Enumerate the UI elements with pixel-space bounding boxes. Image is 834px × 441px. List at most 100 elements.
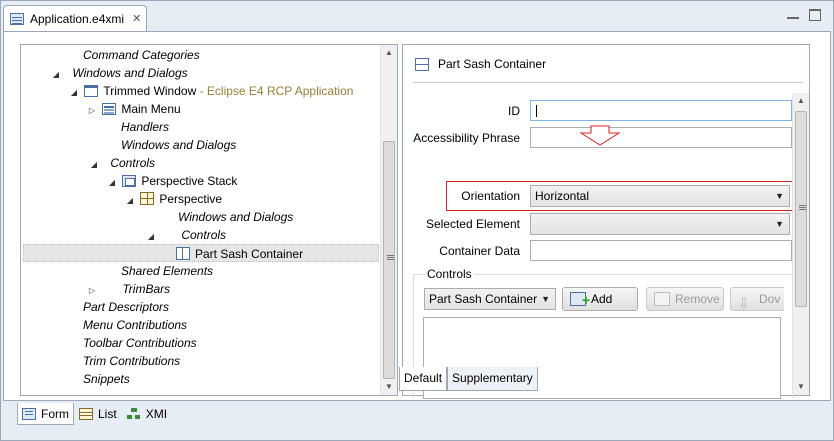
tab-form[interactable]: Form [17,403,74,425]
id-field[interactable] [530,100,792,121]
header-divider [413,82,803,83]
tree-item-main-menu[interactable]: ▷ Main Menu [85,100,181,118]
scroll-up-icon[interactable]: ▲ [381,45,397,61]
tree-item-label: Command Categories [83,48,200,62]
container-data-field[interactable] [530,240,792,261]
minimize-icon[interactable] [787,11,799,19]
tree-item-snippets[interactable]: Snippets [83,370,130,388]
tree-item-label: Toolbar Contributions [83,336,197,350]
tab-list[interactable]: List [74,403,122,425]
tree-item-trimbars[interactable]: ▷ TrimBars [85,280,170,298]
selected-element-combo[interactable]: ▼ [530,213,790,235]
tree-item-label: Controls [110,156,156,170]
accessibility-phrase-label: Accessibility Phrase [413,131,520,145]
arrow-down-icon: ⇩ [738,295,750,311]
tree-item-command-categories[interactable]: Command Categories [83,46,200,64]
scroll-down-icon[interactable]: ▼ [381,379,397,395]
selected-element-label: Selected Element [425,217,520,231]
expanded-twisty-icon[interactable]: ◢ [49,66,63,84]
add-button[interactable]: Add [562,287,638,311]
view-tabs: Form List XMI [17,403,172,425]
scroll-up-icon[interactable]: ▲ [793,93,809,109]
tree-item-handlers[interactable]: Handlers [121,118,169,136]
tree-item-label: Snippets [83,372,130,386]
grip-icon [387,255,394,256]
orientation-combo[interactable]: Horizontal ▼ [530,185,790,207]
tree-item-label: Part Descriptors [83,300,170,314]
tree-item-label: Windows and Dialogs [121,138,237,152]
editor-tab-title: Application.e4xmi [30,11,125,26]
form-scroll-thumb[interactable] [795,111,807,307]
expanded-twisty-icon[interactable]: ◢ [87,156,101,174]
scroll-down-icon[interactable]: ▼ [793,379,809,395]
chevron-down-icon: ▼ [775,219,784,229]
tree-item-suffix: - Eclipse E4 RCP Application [196,84,354,98]
tree-item-windows-and-dialogs-3[interactable]: Windows and Dialogs [178,208,293,226]
tab-xmi[interactable]: XMI [122,403,172,425]
expanded-twisty-icon[interactable]: ◢ [105,174,119,192]
chevron-down-icon: ▼ [541,294,550,304]
tree-item-toolbar-contributions[interactable]: Toolbar Contributions [83,334,197,352]
expanded-twisty-icon[interactable]: ◢ [123,192,137,210]
maximize-icon[interactable] [809,9,821,21]
remove-button[interactable]: Remove [646,287,724,311]
form-tabs: Default Supplementary [399,367,538,391]
tree-item-controls[interactable]: ◢ Controls [87,154,155,172]
remove-icon [654,292,670,306]
detail-form: Part Sash Container ID Accessibility Phr… [402,44,810,399]
container-data-label: Container Data [439,244,520,258]
perspective-icon [140,192,155,205]
window-buttons [787,9,821,21]
down-arrow-annotation-icon [579,125,621,146]
tree-item-shared-elements[interactable]: Shared Elements [121,262,213,280]
tree-item-part-sash-container[interactable]: Part Sash Container [23,244,379,262]
tree-item-controls-2[interactable]: ◢ Controls [144,226,226,244]
orientation-value: Horizontal [535,189,590,203]
tree-scrollbar[interactable]: ▲ ▼ [380,45,397,395]
orientation-label: Orientation [461,189,520,203]
tree-item-windows-and-dialogs[interactable]: ◢ Windows and Dialogs [49,64,188,82]
tree-item-label: Controls [181,228,227,242]
down-button[interactable]: ⇩ Dov [730,287,784,311]
menu-icon [102,103,117,115]
part-sash-container-icon [176,247,190,260]
tree-item-trimmed-window[interactable]: ◢ Trimmed Window - Eclipse E4 RCP Applic… [67,82,354,102]
close-icon[interactable]: ✕ [132,12,141,25]
e4xmi-file-icon [10,12,24,25]
tree-item-label: Windows and Dialogs [72,66,188,80]
model-tree[interactable]: Command Categories ◢ Windows and Dialogs… [20,44,398,396]
tree-item-label: Shared Elements [121,264,214,278]
accessibility-phrase-field[interactable] [530,127,792,148]
controls-group-label: Controls [425,267,474,281]
tree-item-label: Perspective Stack [141,174,238,188]
grip-icon [799,205,806,206]
form-scrollbar[interactable]: ▲ ▼ [792,93,809,395]
tree-item-part-descriptors[interactable]: Part Descriptors [83,298,169,316]
tree-item-label: Main Menu [121,102,181,116]
form-icon [22,407,36,420]
hierarchy-icon [126,408,141,420]
window-icon [84,85,99,97]
part-sash-container-icon [415,57,429,71]
editor-area: Command Categories ◢ Windows and Dialogs… [3,31,831,401]
tree-item-windows-and-dialogs-2[interactable]: Windows and Dialogs [121,136,236,154]
tree-scroll-thumb[interactable] [383,141,395,379]
expanded-twisty-icon[interactable]: ◢ [67,84,81,102]
tree-item-label: TrimBars [122,282,171,296]
tree-item-perspective-stack[interactable]: ◢ Perspective Stack [105,172,237,190]
tree-item-label: Perspective [159,192,223,206]
tree-item-label: Trimmed Window [103,84,197,98]
collapsed-twisty-icon[interactable]: ▷ [85,102,99,120]
tree-item-label: Menu Contributions [83,318,188,332]
tab-supplementary[interactable]: Supplementary [447,367,538,391]
tree-item-label: Handlers [121,120,170,134]
tree-item-trim-contributions[interactable]: Trim Contributions [83,352,180,370]
controls-type-combo[interactable]: Part Sash Container ▼ [424,288,556,310]
editor-tab[interactable]: Application.e4xmi ✕ [3,5,147,31]
id-label: ID [508,104,520,118]
text-caret [536,105,537,117]
tree-item-menu-contributions[interactable]: Menu Contributions [83,316,187,334]
tree-item-label: Windows and Dialogs [178,210,294,224]
tree-item-perspective[interactable]: ◢ Perspective [123,190,222,208]
tab-default[interactable]: Default [399,367,448,391]
